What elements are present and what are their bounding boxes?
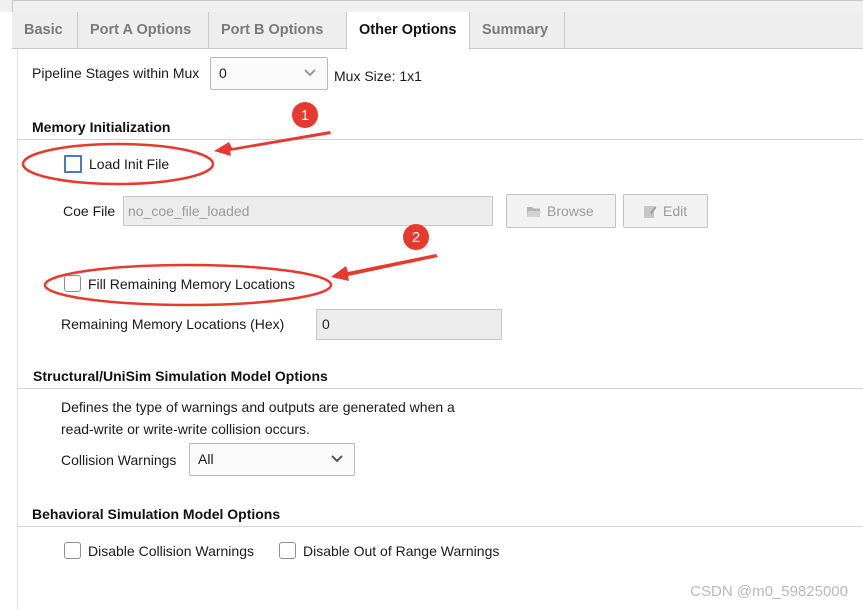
structural-description-line2: read-write or write-write collision occu…	[61, 421, 310, 437]
tab-other-options[interactable]: Other Options	[346, 12, 470, 50]
disable-collision-label: Disable Collision Warnings	[88, 543, 254, 559]
structural-title: Structural/UniSim Simulation Model Optio…	[33, 368, 328, 384]
edit-label: Edit	[663, 203, 688, 219]
tab-bar: Basic Port A Options Port B Options Othe…	[12, 12, 863, 50]
browse-label: Browse	[547, 203, 594, 219]
structural-description-line1: Defines the type of warnings and outputs…	[61, 399, 455, 415]
edit-button[interactable]: Edit	[623, 194, 708, 228]
coe-file-label: Coe File	[63, 203, 116, 219]
disable-range-checkbox[interactable]	[279, 542, 296, 559]
tab-basic[interactable]: Basic	[12, 12, 78, 49]
load-init-file-label: Load Init File	[89, 156, 170, 172]
disable-range-label: Disable Out of Range Warnings	[303, 543, 500, 559]
top-left-border	[12, 0, 13, 12]
window-top-strip	[0, 0, 863, 12]
annotation-arrow-1	[214, 131, 331, 156]
fill-remaining-label: Fill Remaining Memory Locations	[88, 276, 295, 292]
watermark: CSDN @m0_59825000	[690, 583, 848, 600]
behavioral-title: Behavioral Simulation Model Options	[32, 506, 281, 522]
disable-collision-checkbox[interactable]	[64, 542, 81, 559]
pipeline-stages-value: 0	[219, 65, 227, 81]
coe-file-input[interactable]: no_coe_file_loaded	[123, 196, 493, 226]
collision-warnings-value: All	[198, 451, 214, 467]
top-border	[12, 0, 863, 1]
pipeline-stages-label: Pipeline Stages within Mux	[32, 65, 200, 81]
memory-init-title: Memory Initialization	[32, 119, 171, 135]
memory-init-divider	[17, 139, 863, 140]
chevron-down-icon	[304, 69, 316, 77]
tab-summary[interactable]: Summary	[470, 12, 565, 49]
behavioral-divider	[17, 526, 863, 527]
chevron-down-icon	[331, 455, 343, 463]
pipeline-stages-select[interactable]: 0	[210, 57, 328, 90]
annotation-arrow-2	[331, 254, 438, 281]
fill-remaining-checkbox[interactable]	[64, 275, 81, 292]
mux-size-label: Mux Size: 1x1	[334, 68, 422, 84]
tab-port-b-options[interactable]: Port B Options	[209, 12, 346, 49]
edit-icon	[644, 206, 657, 218]
folder-icon	[527, 207, 541, 217]
browse-button[interactable]: Browse	[506, 194, 616, 228]
remaining-locations-label: Remaining Memory Locations (Hex)	[61, 316, 285, 332]
load-init-file-checkbox[interactable]	[64, 155, 82, 173]
annotation-marker-2	[403, 224, 429, 250]
tab-port-a-options[interactable]: Port A Options	[78, 12, 209, 49]
annotation-marker-2-text: 2	[412, 229, 420, 246]
annotation-marker-1-text: 1	[301, 107, 309, 124]
collision-warnings-select[interactable]: All	[189, 443, 355, 476]
remaining-locations-input[interactable]: 0	[316, 309, 502, 340]
collision-warnings-label: Collision Warnings	[61, 452, 177, 468]
annotation-marker-1	[292, 102, 318, 128]
structural-divider	[17, 388, 863, 389]
